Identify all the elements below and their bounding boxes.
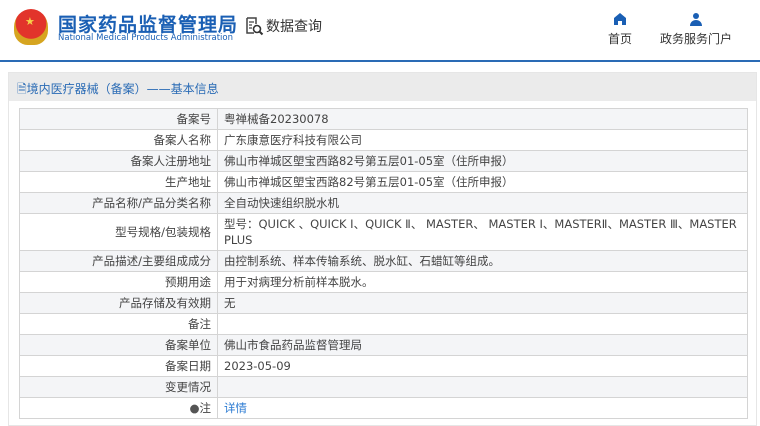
national-emblem-logo bbox=[14, 9, 48, 45]
row-label: 备案号 bbox=[19, 108, 218, 130]
table-row: 备注 bbox=[19, 313, 748, 335]
row-value-text: 佛山市禅城区塱宝西路82号第五层01-05室（住所申报） bbox=[224, 154, 514, 168]
row-label: 备案人名称 bbox=[19, 129, 218, 151]
nav-service-portal[interactable]: 政务服务门户 bbox=[660, 12, 732, 47]
site-header: 国家药品监督管理局 National Medical Products Admi… bbox=[0, 0, 760, 62]
row-label: 产品存储及有效期 bbox=[19, 292, 218, 314]
details-link[interactable]: 详情 bbox=[224, 401, 247, 415]
row-value-text: 佛山市食品药品监督管理局 bbox=[224, 338, 362, 352]
document-icon: 🗎 bbox=[17, 82, 27, 96]
row-value: 广东康意医疗科技有限公司 bbox=[217, 129, 748, 151]
table-row: 备案人注册地址 佛山市禅城区塱宝西路82号第五层01-05室（住所申报） bbox=[19, 150, 748, 172]
data-query-label: 数据查询 bbox=[266, 19, 322, 35]
row-value: 佛山市食品药品监督管理局 bbox=[217, 334, 748, 356]
row-value bbox=[217, 313, 748, 335]
table-row: 产品描述/主要组成成分 由控制系统、样本传输系统、脱水缸、石蜡缸等组成。 bbox=[19, 250, 748, 272]
table-row: ●注 详情 bbox=[19, 397, 748, 419]
row-value-text: 由控制系统、样本传输系统、脱水缸、石蜡缸等组成。 bbox=[224, 254, 500, 268]
row-label-text: 备案人注册地址 bbox=[130, 154, 212, 168]
data-query-link[interactable]: 数据查询 bbox=[244, 16, 322, 36]
nav-home-label: 首页 bbox=[608, 32, 633, 46]
row-label: 备案日期 bbox=[19, 355, 218, 377]
pin-icon: ● bbox=[189, 401, 200, 415]
document-search-icon bbox=[246, 17, 264, 36]
table-row: 备案号 粤禅械备20230078 bbox=[19, 108, 748, 130]
row-value bbox=[217, 376, 748, 398]
row-label: ●注 bbox=[19, 397, 218, 419]
info-table: 备案号 粤禅械备20230078 备案人名称 广东康意医疗科技有限公司 备案人注册地址佛… bbox=[19, 108, 748, 419]
row-value: 粤禅械备20230078 bbox=[217, 108, 748, 130]
row-label-text: 变更情况 bbox=[165, 380, 211, 394]
user-icon bbox=[690, 13, 702, 26]
table-row: 备案单位 佛山市食品药品监督管理局 bbox=[19, 334, 748, 356]
row-label-text: 备案单位 bbox=[165, 338, 211, 352]
row-label: 备注 bbox=[19, 313, 218, 335]
nav-home[interactable]: 首页 bbox=[608, 12, 632, 47]
table-row: 产品存储及有效期无 bbox=[19, 292, 748, 314]
panel-header: 🗎境内医疗器械（备案）——基本信息 bbox=[9, 73, 756, 101]
row-label-text: 产品描述/主要组成成分 bbox=[92, 254, 211, 268]
nav-service-portal-label: 政务服务门户 bbox=[660, 32, 733, 46]
row-label: 变更情况 bbox=[19, 376, 218, 398]
row-value: 佛山市禅城区塱宝西路82号第五层01-05室（住所申报） bbox=[217, 150, 748, 172]
row-label-text: 备注 bbox=[188, 317, 211, 331]
row-value: 无 bbox=[217, 292, 748, 314]
row-value-text: 粤禅械备20230078 bbox=[224, 112, 329, 126]
table-row: 变更情况 bbox=[19, 376, 748, 398]
row-value: 详情 bbox=[217, 397, 748, 419]
row-value-text: 全自动快速组织脱水机 bbox=[224, 196, 339, 210]
row-label: 型号规格/包装规格 bbox=[19, 213, 218, 251]
row-label-text: 产品存储及有效期 bbox=[119, 296, 211, 310]
row-value-text: 2023-05-09 bbox=[224, 359, 291, 373]
row-value-text: 用于对病理分析前样本脱水。 bbox=[224, 275, 374, 289]
row-label-text: 注 bbox=[199, 401, 212, 415]
row-value: 由控制系统、样本传输系统、脱水缸、石蜡缸等组成。 bbox=[217, 250, 748, 272]
panel-title: 境内医疗器械（备案）——基本信息 bbox=[26, 82, 219, 96]
row-value: 佛山市禅城区塱宝西路82号第五层01-05室（住所申报） bbox=[217, 171, 748, 193]
table-row: 备案人名称 广东康意医疗科技有限公司 bbox=[19, 129, 748, 151]
table-row: 型号规格/包装规格 型号：QUICK 、QUICK Ⅰ、QUICK Ⅱ、 MAST… bbox=[19, 213, 748, 251]
home-icon bbox=[614, 13, 626, 25]
site-subtitle: National Medical Products Administration bbox=[58, 33, 233, 43]
row-label-text: 产品名称/产品分类名称 bbox=[92, 196, 211, 210]
row-label: 预期用途 bbox=[19, 271, 218, 293]
row-label-text: 备案号 bbox=[176, 112, 212, 126]
row-label: 备案单位 bbox=[19, 334, 218, 356]
row-value-text: 无 bbox=[224, 296, 236, 310]
row-label-text: 预期用途 bbox=[165, 275, 211, 289]
table-row: 产品名称/产品分类名称 全自动快速组织脱水机 bbox=[19, 192, 748, 214]
row-value-text: 型号：QUICK 、QUICK Ⅰ、QUICK Ⅱ、 MASTER、 MASTE… bbox=[224, 217, 737, 247]
row-label-text: 型号规格/包装规格 bbox=[115, 225, 211, 239]
row-label-text: 备案人名称 bbox=[153, 133, 212, 147]
table-row: 预期用途 用于对病理分析前样本脱水。 bbox=[19, 271, 748, 293]
row-value: 型号：QUICK 、QUICK Ⅰ、QUICK Ⅱ、 MASTER、 MASTE… bbox=[217, 213, 748, 251]
row-value-text: 佛山市禅城区塱宝西路82号第五层01-05室（住所申报） bbox=[224, 175, 514, 189]
table-row: 生产地址 佛山市禅城区塱宝西路82号第五层01-05室（住所申报） bbox=[19, 171, 748, 193]
row-value-text: 广东康意医疗科技有限公司 bbox=[224, 133, 362, 147]
row-label-text: 备案日期 bbox=[165, 359, 211, 373]
table-row: 备案日期 2023-05-09 bbox=[19, 355, 748, 377]
row-value: 用于对病理分析前样本脱水。 bbox=[217, 271, 748, 293]
row-label: 产品描述/主要组成成分 bbox=[19, 250, 218, 272]
row-label: 备案人注册地址 bbox=[19, 150, 218, 172]
row-label: 生产地址 bbox=[19, 171, 218, 193]
basic-info-panel: 🗎境内医疗器械（备案）——基本信息 备案号 粤禅械备20230078 备案人名称 广东… bbox=[8, 72, 757, 426]
row-label-text: 生产地址 bbox=[165, 175, 211, 189]
row-label: 产品名称/产品分类名称 bbox=[19, 192, 218, 214]
row-value: 全自动快速组织脱水机 bbox=[217, 192, 748, 214]
row-value: 2023-05-09 bbox=[217, 355, 748, 377]
